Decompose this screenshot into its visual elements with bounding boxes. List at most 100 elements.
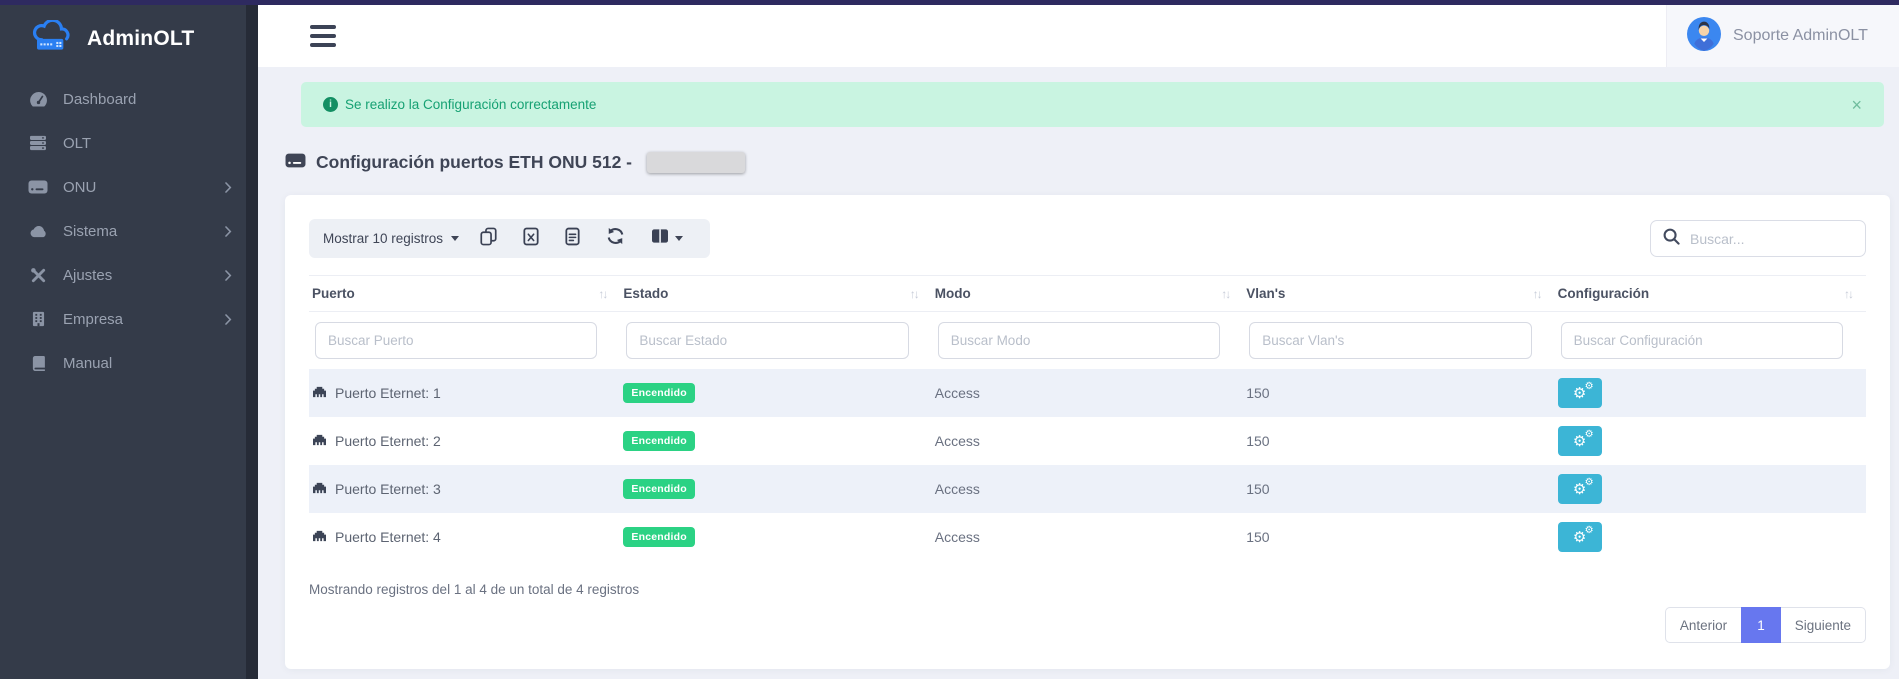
redacted-onu-name: [647, 152, 745, 173]
vlans-cell: 150: [1243, 385, 1554, 401]
ethernet-icon: [312, 529, 327, 545]
sidebar-item-onu[interactable]: ONU: [0, 165, 246, 209]
caret-down-icon: [451, 236, 459, 241]
estado-cell: Encendido: [620, 383, 931, 403]
sidebar-rail: [246, 5, 258, 679]
modo-cell: Access: [932, 529, 1243, 545]
modo-cell: Access: [932, 385, 1243, 401]
tachometer-icon: [27, 91, 49, 107]
ports-table: Puerto ↑↓ Estado ↑↓ Modo ↑↓ Vlan's: [309, 275, 1866, 561]
close-icon[interactable]: ×: [1851, 96, 1862, 114]
vlans-cell: 150: [1243, 481, 1554, 497]
sidebar-item-dashboard[interactable]: Dashboard: [0, 77, 246, 121]
pagination-next-button[interactable]: Siguiente: [1781, 607, 1866, 643]
column-label: Estado: [623, 286, 668, 301]
configure-port-button[interactable]: ⚙ ⚙: [1558, 474, 1602, 504]
ethernet-icon: [312, 385, 327, 401]
table-search: [1650, 220, 1866, 257]
filter-estado-input[interactable]: [626, 322, 908, 359]
estado-cell: Encendido: [620, 527, 931, 547]
configure-port-button[interactable]: ⚙ ⚙: [1558, 426, 1602, 456]
info-circle-icon: i: [323, 97, 338, 112]
success-alert: i Se realizo la Configuración correctame…: [301, 82, 1884, 127]
hdd-icon: [27, 180, 49, 194]
filter-configuracion-input[interactable]: [1561, 322, 1843, 359]
main-area: Soporte AdminOLT i Se realizo la Configu…: [258, 5, 1899, 679]
sidebar-item-label: Ajustes: [63, 267, 112, 284]
column-visibility-button[interactable]: [638, 219, 696, 258]
top-navbar: Soporte AdminOLT: [258, 5, 1899, 67]
table-row: Puerto Eternet: 1 Encendido Access 150 ⚙…: [309, 369, 1866, 417]
column-label: Puerto: [312, 286, 355, 301]
status-badge: Encendido: [623, 431, 694, 451]
alert-message: Se realizo la Configuración correctament…: [345, 97, 596, 112]
ports-card: Mostrar 10 registros: [285, 195, 1890, 669]
sidebar-item-olt[interactable]: OLT: [0, 121, 246, 165]
columns-icon: [651, 228, 669, 249]
modo-cell: Access: [932, 433, 1243, 449]
pagination-previous-button[interactable]: Anterior: [1665, 607, 1741, 643]
column-header-modo[interactable]: Modo ↑↓: [932, 286, 1243, 301]
search-input[interactable]: [1690, 231, 1853, 247]
search-icon: [1663, 228, 1680, 250]
column-header-configuracion[interactable]: Configuración ↑↓: [1555, 286, 1866, 301]
sidebar-item-label: ONU: [63, 179, 96, 196]
tools-icon: [27, 267, 49, 284]
filter-vlans-input[interactable]: [1249, 322, 1531, 359]
configuracion-cell: ⚙ ⚙: [1555, 378, 1866, 408]
vlans-cell: 150: [1243, 433, 1554, 449]
table-filter-row: [309, 312, 1866, 369]
filter-modo-input[interactable]: [938, 322, 1220, 359]
refresh-button[interactable]: [593, 219, 638, 258]
user-menu[interactable]: Soporte AdminOLT: [1666, 5, 1899, 67]
column-header-estado[interactable]: Estado ↑↓: [620, 286, 931, 301]
column-header-vlans[interactable]: Vlan's ↑↓: [1243, 286, 1554, 301]
column-header-puerto[interactable]: Puerto ↑↓: [309, 286, 620, 301]
hdd-title-icon: [285, 152, 306, 173]
configure-port-button[interactable]: ⚙ ⚙: [1558, 378, 1602, 408]
copy-icon: [480, 227, 497, 251]
sort-icon: ↑↓: [1221, 287, 1229, 301]
puerto-label: Puerto Eternet: 1: [335, 385, 441, 401]
sort-icon: ↑↓: [598, 287, 606, 301]
status-badge: Encendido: [623, 527, 694, 547]
sidebar-item-empresa[interactable]: Empresa: [0, 297, 246, 341]
page-length-select[interactable]: Mostrar 10 registros: [323, 231, 467, 246]
puerto-label: Puerto Eternet: 2: [335, 433, 441, 449]
puerto-cell: Puerto Eternet: 4: [309, 529, 620, 545]
page-content: i Se realizo la Configuración correctame…: [258, 67, 1899, 669]
export-file-button[interactable]: [552, 219, 593, 258]
sidebar-item-manual[interactable]: Manual: [0, 341, 246, 385]
puerto-cell: Puerto Eternet: 3: [309, 481, 620, 497]
configure-port-button[interactable]: ⚙ ⚙: [1558, 522, 1602, 552]
copy-button[interactable]: [467, 219, 510, 258]
avatar: [1687, 17, 1721, 56]
cogs-icon: ⚙: [1585, 382, 1594, 392]
sidebar-item-ajustes[interactable]: Ajustes: [0, 253, 246, 297]
server-icon: [27, 135, 49, 151]
caret-down-icon: [675, 236, 683, 241]
building-icon: [27, 311, 49, 327]
ethernet-icon: [312, 481, 327, 497]
sidebar-item-sistema[interactable]: Sistema: [0, 209, 246, 253]
column-label: Modo: [935, 286, 971, 301]
chevron-right-icon: [225, 270, 232, 281]
page-title: Configuración puertos ETH ONU 512 -: [285, 152, 1890, 173]
vlans-cell: 150: [1243, 529, 1554, 545]
export-excel-button[interactable]: [510, 219, 552, 258]
refresh-icon: [606, 227, 625, 250]
cogs-icon: ⚙: [1585, 478, 1594, 488]
table-row: Puerto Eternet: 3 Encendido Access 150 ⚙…: [309, 465, 1866, 513]
brand[interactable]: AdminOLT: [0, 5, 246, 77]
hamburger-menu-icon[interactable]: [310, 20, 336, 52]
configuracion-cell: ⚙ ⚙: [1555, 522, 1866, 552]
status-badge: Encendido: [623, 479, 694, 499]
sort-icon: ↑↓: [910, 287, 918, 301]
filter-puerto-input[interactable]: [315, 322, 597, 359]
puerto-label: Puerto Eternet: 4: [335, 529, 441, 545]
cogs-icon: ⚙: [1585, 430, 1594, 440]
chevron-right-icon: [225, 226, 232, 237]
sort-icon: ↑↓: [1533, 287, 1541, 301]
pagination-page-1-button[interactable]: 1: [1741, 607, 1781, 643]
configuracion-cell: ⚙ ⚙: [1555, 474, 1866, 504]
